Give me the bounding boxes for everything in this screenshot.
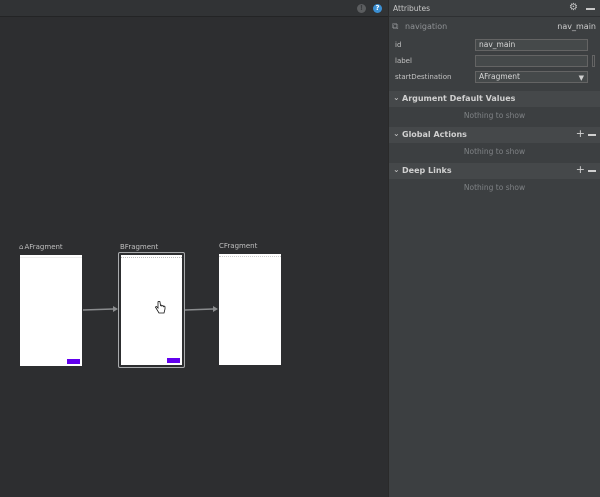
hand-cursor-icon (155, 301, 166, 314)
attribute-label: id (395, 41, 402, 49)
remove-icon[interactable] (588, 134, 596, 136)
dropdown-arrow-icon: ▼ (578, 74, 584, 82)
panel-header: Attributes ⚙ (389, 0, 600, 17)
status-bar (219, 254, 281, 257)
action-arrow-b-to-c (184, 308, 214, 311)
add-icon[interactable]: + (576, 163, 585, 176)
remove-icon[interactable] (588, 170, 596, 172)
fragment-label-b: BFragment (120, 243, 159, 251)
attributes-panel: Attributes ⚙ ⧉ navigation nav_main id na… (388, 0, 600, 497)
fragment-label-c: CFragment (219, 242, 258, 250)
navigation-canvas[interactable]: ! ? ⌂AFragment BFragment CFragment (0, 0, 388, 497)
start-destination-select[interactable]: AFragment ▼ (475, 71, 588, 83)
fab-button (67, 359, 80, 364)
section-title: Global Actions (402, 130, 467, 139)
home-icon: ⌂ (19, 243, 24, 251)
section-empty-text: Nothing to show (463, 111, 526, 120)
fragment-b-preview[interactable] (121, 255, 182, 365)
attribute-row-id: id nav_main (389, 37, 600, 53)
section-title: Deep Links (402, 166, 452, 175)
section-deep-links[interactable]: ⌄ Deep Links + (389, 163, 600, 179)
action-arrow-a-to-b (82, 308, 114, 311)
fab-button (167, 358, 180, 363)
attribute-label: label (395, 57, 412, 65)
label-field[interactable] (475, 55, 588, 67)
id-field[interactable]: nav_main (475, 39, 588, 51)
section-global-actions[interactable]: ⌄ Global Actions + (389, 127, 600, 143)
section-title: Argument Default Values (402, 94, 516, 103)
panel-title: Attributes (393, 4, 431, 13)
section-empty-text: Nothing to show (463, 183, 526, 192)
section-empty-text: Nothing to show (463, 147, 526, 156)
attribute-row-label: label (389, 53, 600, 69)
chevron-down-icon: ⌄ (393, 93, 400, 102)
gear-icon[interactable]: ⚙ (569, 2, 578, 13)
chevron-down-icon: ⌄ (393, 165, 400, 174)
fragment-label-a: ⌂AFragment (19, 243, 63, 251)
action-arrowhead-b-to-c (213, 306, 218, 312)
status-bar (121, 255, 182, 258)
minimize-icon[interactable] (586, 8, 595, 10)
label-resource-picker[interactable] (592, 55, 595, 67)
component-id: nav_main (557, 22, 596, 31)
section-argument-default-values[interactable]: ⌄ Argument Default Values (389, 91, 600, 107)
attribute-label: startDestination (395, 73, 452, 81)
component-row: ⧉ navigation nav_main (389, 17, 600, 37)
add-icon[interactable]: + (576, 127, 585, 140)
fragment-c-preview[interactable] (219, 254, 281, 365)
status-bar (20, 255, 82, 258)
fragment-a-preview[interactable] (20, 255, 82, 366)
chevron-down-icon: ⌄ (393, 129, 400, 138)
attribute-row-start-destination: startDestination AFragment ▼ (389, 69, 600, 85)
navigation-icon: ⧉ (392, 22, 399, 32)
start-destination-value: AFragment (479, 72, 520, 81)
component-type: navigation (405, 22, 448, 31)
